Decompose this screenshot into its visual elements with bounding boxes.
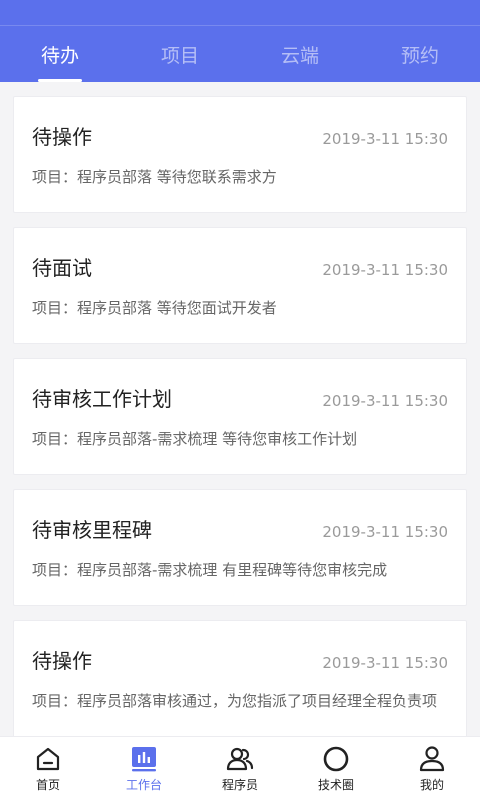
task-description: 项目：程序员部落 等待您面试开发者 bbox=[32, 299, 277, 317]
nav-label: 程序员 bbox=[221, 777, 258, 792]
programmers-icon bbox=[226, 747, 254, 770]
bottom-nav: 首页 工作台 程序员 技术圈 我的 bbox=[0, 736, 480, 800]
nav-label: 我的 bbox=[419, 777, 444, 792]
tab-label: 预约 bbox=[400, 44, 439, 67]
circle-icon bbox=[323, 746, 349, 771]
task-time: 2019-3-11 15:30 bbox=[322, 129, 448, 148]
profile-icon bbox=[419, 745, 445, 771]
home-icon bbox=[36, 747, 60, 770]
task-card[interactable]: 待审核工作计划 2019-3-11 15:30 项目：程序员部落-需求梳理 等待… bbox=[13, 358, 467, 475]
nav-programmers[interactable]: 程序员 bbox=[192, 737, 288, 800]
task-title: 待审核工作计划 bbox=[32, 387, 172, 411]
tab-label: 项目 bbox=[160, 44, 199, 67]
task-card[interactable]: 待操作 2019-3-11 15:30 项目：程序员部落审核通过，为您指派了项目… bbox=[13, 620, 467, 736]
task-description: 项目：程序员部落 等待您联系需求方 bbox=[32, 168, 277, 186]
status-bar bbox=[0, 0, 480, 26]
task-title: 待面试 bbox=[32, 256, 92, 280]
task-time: 2019-3-11 15:30 bbox=[322, 260, 448, 279]
task-title: 待操作 bbox=[32, 649, 92, 673]
task-title: 待操作 bbox=[32, 125, 92, 149]
nav-label: 首页 bbox=[35, 777, 60, 792]
nav-tech-circle[interactable]: 技术圈 bbox=[288, 737, 384, 800]
task-description: 项目：程序员部落审核通过，为您指派了项目经理全程负责项 bbox=[32, 692, 438, 710]
tab-label: 待办 bbox=[40, 44, 79, 67]
task-time: 2019-3-11 15:30 bbox=[322, 522, 448, 541]
tab-appointments[interactable]: 预约 bbox=[360, 26, 480, 82]
tab-projects[interactable]: 项目 bbox=[120, 26, 240, 82]
nav-label: 技术圈 bbox=[317, 777, 354, 792]
tab-cloud[interactable]: 云端 bbox=[240, 26, 360, 82]
task-description: 项目：程序员部落-需求梳理 等待您审核工作计划 bbox=[32, 430, 358, 448]
task-time: 2019-3-11 15:30 bbox=[322, 391, 448, 410]
task-list[interactable]: 待操作 2019-3-11 15:30 项目：程序员部落 等待您联系需求方 待面… bbox=[0, 82, 480, 736]
task-time: 2019-3-11 15:30 bbox=[322, 653, 448, 672]
task-description: 项目：程序员部落-需求梳理 有里程碑等待您审核完成 bbox=[32, 561, 388, 579]
task-card[interactable]: 待审核里程碑 2019-3-11 15:30 项目：程序员部落-需求梳理 有里程… bbox=[13, 489, 467, 606]
top-tab-bar: 待办 项目 云端 预约 bbox=[0, 26, 480, 82]
task-card[interactable]: 待面试 2019-3-11 15:30 项目：程序员部落 等待您面试开发者 bbox=[13, 227, 467, 344]
nav-profile[interactable]: 我的 bbox=[384, 737, 480, 800]
nav-home[interactable]: 首页 bbox=[0, 737, 96, 800]
tab-label: 云端 bbox=[280, 44, 319, 67]
workbench-icon bbox=[132, 746, 156, 771]
tab-todo[interactable]: 待办 bbox=[0, 26, 120, 82]
nav-label: 工作台 bbox=[125, 777, 162, 792]
task-card[interactable]: 待操作 2019-3-11 15:30 项目：程序员部落 等待您联系需求方 bbox=[13, 96, 467, 213]
task-title: 待审核里程碑 bbox=[32, 518, 152, 542]
nav-workbench[interactable]: 工作台 bbox=[96, 737, 192, 800]
